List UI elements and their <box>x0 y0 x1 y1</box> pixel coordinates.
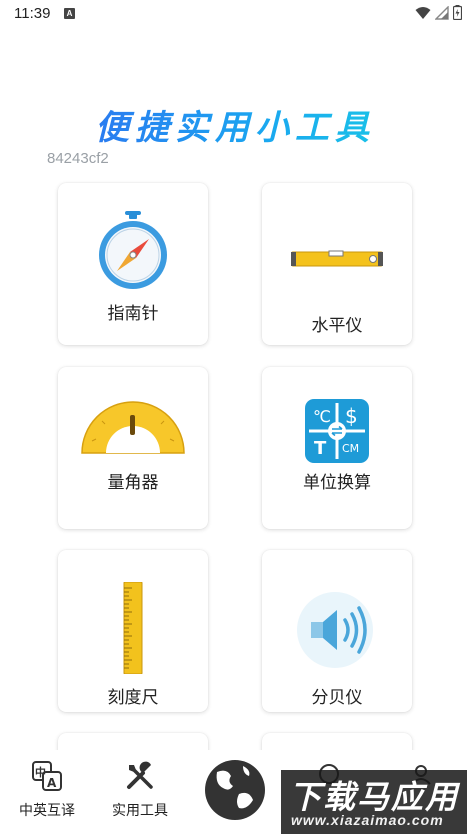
ruler-icon <box>58 582 208 674</box>
nav-item-tools[interactable]: 实用工具 <box>95 760 185 820</box>
speaker-icon <box>262 590 412 670</box>
wifi-icon <box>415 6 431 19</box>
watermark: 下载马应用 www.xiazaimao.com <box>281 770 467 834</box>
status-time: 11:39 <box>14 5 51 22</box>
svg-text:℃: ℃ <box>313 407 331 426</box>
nav-item-globe[interactable] <box>190 758 280 826</box>
spirit-level-icon <box>262 249 412 269</box>
tool-label: 分贝仪 <box>311 688 363 708</box>
tool-label: 量角器 <box>107 473 159 493</box>
tool-card-compass[interactable]: 指南针 <box>58 183 208 345</box>
status-icons <box>415 5 462 20</box>
tool-card-spirit-level[interactable]: 水平仪 <box>262 183 412 345</box>
unit-conversion-icon: ℃ $ T CM <box>262 399 412 463</box>
app-title: 便捷实用小工具 <box>0 100 470 149</box>
tool-label: 水平仪 <box>311 316 363 336</box>
svg-text:CM: CM <box>342 442 359 455</box>
nav-label: 中英互译 <box>19 803 75 819</box>
nav-label: 实用工具 <box>112 803 168 819</box>
svg-text:T: T <box>314 438 327 459</box>
status-bar: 11:39 A <box>0 0 470 28</box>
svg-text:$: $ <box>345 404 358 428</box>
battery-icon <box>453 5 462 20</box>
watermark-url: www.xiazaimao.com <box>291 812 444 828</box>
globe-icon <box>205 760 265 820</box>
build-id: 84243cf2 <box>47 150 109 167</box>
tool-card-decibel[interactable]: 分贝仪 <box>262 550 412 712</box>
svg-text:中: 中 <box>35 765 46 779</box>
nav-item-translate[interactable]: 中 A 中英互译 <box>2 760 92 820</box>
tool-label: 刻度尺 <box>107 688 159 708</box>
protractor-icon <box>58 399 208 455</box>
app-title-text: 便捷实用小工具 <box>95 108 375 148</box>
compass-icon <box>58 211 208 291</box>
tool-card-ruler[interactable]: 刻度尺 <box>58 550 208 712</box>
signal-icon <box>435 5 449 20</box>
tool-card-protractor[interactable]: 量角器 <box>58 367 208 529</box>
tool-label: 单位换算 <box>303 473 371 493</box>
svg-text:A: A <box>47 776 57 790</box>
translate-icon: 中 A <box>32 761 62 791</box>
tool-card-unit-conversion[interactable]: ℃ $ T CM 单位换算 <box>262 367 412 529</box>
tool-label: 指南针 <box>107 304 159 324</box>
tools-icon <box>127 761 153 789</box>
notification-icon: A <box>64 8 75 19</box>
